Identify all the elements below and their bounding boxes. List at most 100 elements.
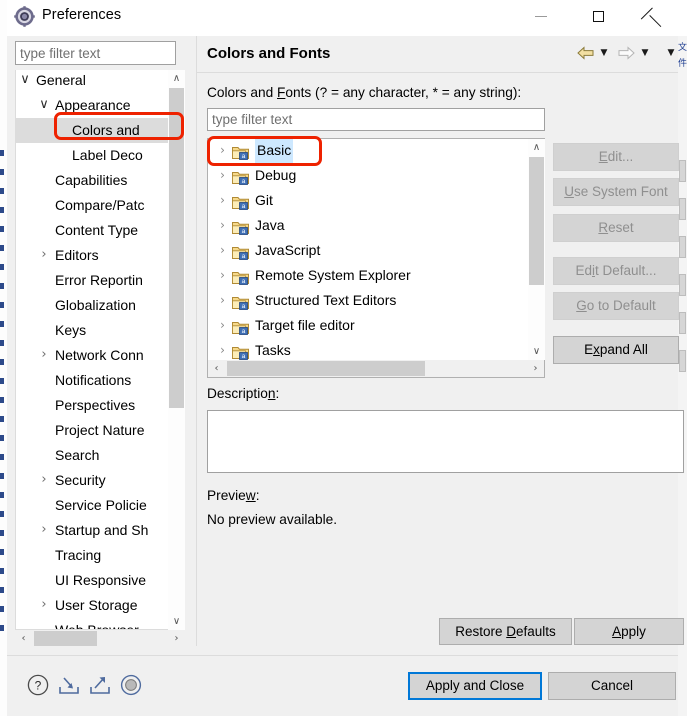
sidebar-item-web-browser[interactable]: Web Browser — [16, 618, 176, 629]
chevron-down-icon[interactable]: ∨ — [18, 73, 32, 87]
svg-text:a: a — [242, 178, 246, 185]
description-label: Description: — [207, 386, 280, 401]
minimize-button[interactable] — [518, 0, 564, 32]
chevron-right-icon[interactable]: › — [216, 319, 229, 332]
scroll-right-arrow[interactable]: › — [168, 630, 185, 647]
scroll-up-arrow[interactable]: ∧ — [168, 70, 185, 87]
scroll-up-arrow[interactable]: ∧ — [528, 139, 545, 156]
chevron-right-icon[interactable]: › — [216, 269, 229, 282]
scroll-right-arrow[interactable]: › — [527, 360, 544, 377]
chevron-right-icon[interactable]: › — [216, 219, 229, 232]
scrollbar-thumb[interactable] — [227, 361, 425, 376]
chevron-right-icon[interactable]: › — [37, 348, 51, 362]
colors-fonts-item-label: Target file editor — [255, 317, 355, 333]
chevron-right-icon[interactable]: › — [216, 194, 229, 207]
sidebar-item-network-conn[interactable]: › Network Conn — [16, 343, 176, 368]
expand-all-button[interactable]: Expand All — [553, 336, 679, 364]
sidebar-item-search[interactable]: Search — [16, 443, 176, 468]
import-icon[interactable] — [56, 672, 82, 698]
background-artifact — [0, 188, 4, 194]
scrollbar-thumb[interactable] — [169, 88, 184, 408]
sidebar-item-globalization[interactable]: Globalization — [16, 293, 176, 318]
back-arrow-icon[interactable] — [577, 46, 594, 60]
chevron-right-icon[interactable]: › — [37, 473, 51, 487]
folder-theme-icon: a — [232, 193, 250, 210]
colors-fonts-item-structured-text-editors[interactable]: › a Structured Text Editors — [208, 288, 528, 313]
sidebar-item-label: UI Responsive — [55, 572, 147, 588]
sidebar-item-service-policie[interactable]: Service Policie — [16, 493, 176, 518]
folder-theme-icon: a — [232, 343, 250, 360]
sidebar-vertical-scrollbar[interactable]: ∧ ∨ — [168, 70, 185, 630]
sidebar-horizontal-scrollbar[interactable]: ‹ › — [15, 630, 185, 647]
chevron-right-icon[interactable]: › — [37, 523, 51, 537]
close-button[interactable] — [634, 0, 680, 32]
sidebar-item-perspectives[interactable]: Perspectives — [16, 393, 176, 418]
colors-fonts-item-java[interactable]: › a Java — [208, 213, 528, 238]
sidebar-item-compare-patc[interactable]: Compare/Patc — [16, 193, 176, 218]
sidebar-item-capabilities[interactable]: Capabilities — [16, 168, 176, 193]
sidebar-item-label-deco[interactable]: Label Deco — [16, 143, 176, 168]
sidebar-item-keys[interactable]: Keys — [16, 318, 176, 343]
export-icon[interactable] — [87, 672, 113, 698]
chevron-right-icon[interactable]: › — [216, 344, 229, 357]
colors-and-fonts-tree[interactable]: › a Basic › a Debug › a Git › a Java › a JavaScript › a R… — [207, 138, 545, 378]
record-icon[interactable] — [118, 672, 144, 698]
sidebar-item-error-reportin[interactable]: Error Reportin — [16, 268, 176, 293]
scroll-down-arrow[interactable]: ∨ — [168, 613, 185, 630]
sidebar-item-general[interactable]: ∨ General — [16, 70, 176, 93]
sidebar-item-project-nature[interactable]: Project Nature — [16, 418, 176, 443]
help-icon[interactable]: ? — [25, 672, 51, 698]
sidebar-item-label: Network Conn — [55, 347, 144, 363]
sidebar-item-editors[interactable]: › Editors — [16, 243, 176, 268]
preview-message: No preview available. — [207, 512, 338, 527]
maximize-button[interactable] — [575, 0, 621, 32]
colors-fonts-item-remote-system-explorer[interactable]: › a Remote System Explorer — [208, 263, 528, 288]
forward-dropdown-icon[interactable]: ▼ — [639, 48, 651, 58]
scrollbar-thumb[interactable] — [529, 157, 544, 285]
apply-button[interactable]: Apply — [574, 618, 684, 645]
colors-fonts-item-javascript[interactable]: › a JavaScript — [208, 238, 528, 263]
colors-fonts-item-label: Java — [255, 217, 285, 233]
sidebar-item-colors-and[interactable]: Colors and — [16, 118, 176, 143]
list-vertical-scrollbar[interactable]: ∧ ∨ — [528, 139, 545, 360]
chevron-right-icon[interactable]: › — [216, 294, 229, 307]
restore-defaults-button[interactable]: Restore Defaults — [439, 618, 572, 645]
page-menu-dropdown-icon[interactable]: ▼ — [665, 48, 677, 58]
background-window-left-sliver — [0, 0, 7, 716]
sidebar-item-label: Compare/Patc — [55, 197, 145, 213]
sidebar-item-user-storage[interactable]: › User Storage — [16, 593, 176, 618]
colors-fonts-item-debug[interactable]: › a Debug — [208, 163, 528, 188]
sidebar-item-ui-responsive[interactable]: UI Responsive — [16, 568, 176, 593]
description-textbox[interactable] — [207, 410, 684, 473]
sidebar-item-content-type[interactable]: Content Type — [16, 218, 176, 243]
scroll-left-arrow[interactable]: ‹ — [15, 630, 32, 647]
chevron-right-icon[interactable]: › — [37, 598, 51, 612]
background-artifact — [0, 530, 4, 536]
background-artifact — [0, 625, 4, 631]
preview-label: Preview: — [207, 488, 260, 503]
preferences-tree[interactable]: ∨ General ∨ Appearance Colors and Label Deco C… — [15, 70, 185, 630]
sidebar-item-label: Search — [55, 447, 100, 463]
cancel-button[interactable]: Cancel — [548, 672, 676, 700]
colors-fonts-item-basic[interactable]: › a Basic — [208, 139, 528, 163]
list-horizontal-scrollbar[interactable]: ‹ › — [208, 360, 544, 377]
sidebar-item-tracing[interactable]: Tracing — [16, 543, 176, 568]
sidebar-item-startup-and-sh[interactable]: › Startup and Sh — [16, 518, 176, 543]
chevron-down-icon[interactable]: ∨ — [37, 98, 51, 112]
colors-and-fonts-filter-input[interactable]: type filter text — [207, 108, 545, 131]
colors-fonts-item-git[interactable]: › a Git — [208, 188, 528, 213]
sidebar-filter-input[interactable]: type filter text — [15, 41, 176, 65]
scroll-down-arrow[interactable]: ∨ — [528, 343, 545, 360]
chevron-right-icon[interactable]: › — [37, 248, 51, 262]
apply-and-close-button[interactable]: Apply and Close — [408, 672, 542, 700]
colors-fonts-item-target-file-editor[interactable]: › a Target file editor — [208, 313, 528, 338]
back-dropdown-icon[interactable]: ▼ — [598, 48, 610, 58]
sidebar-item-appearance[interactable]: ∨ Appearance — [16, 93, 176, 118]
sidebar-item-security[interactable]: › Security — [16, 468, 176, 493]
chevron-right-icon[interactable]: › — [216, 144, 229, 157]
scroll-left-arrow[interactable]: ‹ — [208, 360, 225, 377]
sidebar-item-notifications[interactable]: Notifications — [16, 368, 176, 393]
scrollbar-thumb[interactable] — [34, 631, 97, 646]
chevron-right-icon[interactable]: › — [216, 169, 229, 182]
chevron-right-icon[interactable]: › — [216, 244, 229, 257]
